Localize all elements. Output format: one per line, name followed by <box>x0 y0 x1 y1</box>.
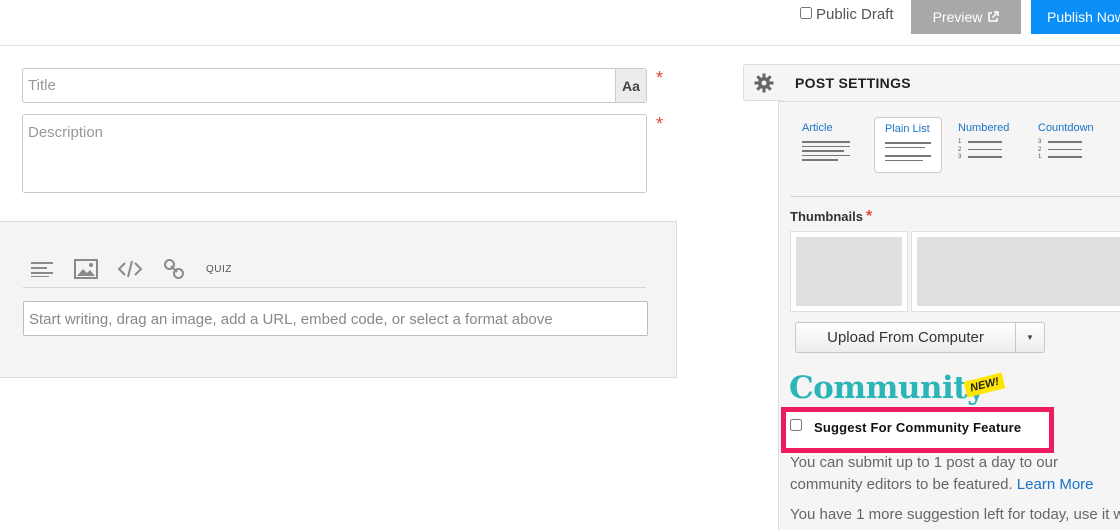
upload-dropdown-caret-icon[interactable]: ▼ <box>1015 323 1044 352</box>
quiz-button[interactable]: QUIZ <box>206 258 232 280</box>
image-icon[interactable] <box>74 258 98 280</box>
suggest-community-label: Suggest For Community Feature <box>814 420 1022 435</box>
title-input[interactable]: Title Aa <box>22 68 647 103</box>
description-input[interactable]: Description <box>22 114 647 193</box>
body-placeholder: Start writing, drag an image, add a URL,… <box>29 311 553 328</box>
description-placeholder: Description <box>28 124 104 141</box>
suggest-community-toggle[interactable]: Suggest For Community Feature <box>790 418 1022 435</box>
editor-toolbar: QUIZ <box>30 258 232 280</box>
public-draft-checkbox[interactable] <box>800 6 812 19</box>
format-numbered-label: Numbered <box>958 122 1010 134</box>
upload-from-computer-button[interactable]: Upload From Computer <box>796 323 1015 352</box>
learn-more-link[interactable]: Learn More <box>1017 476 1094 493</box>
format-countdown-label: Countdown <box>1038 122 1094 134</box>
preview-button[interactable]: Preview <box>911 0 1021 34</box>
title-placeholder: Title <box>28 77 56 94</box>
thumbnails-label: Thumbnails * <box>790 208 872 226</box>
thumbnail-slot-wide[interactable] <box>911 231 1120 312</box>
thumbnail-placeholder <box>796 237 902 306</box>
countdown-lines-icon <box>1048 141 1082 164</box>
format-article[interactable]: Article <box>792 117 860 173</box>
title-required-marker: * <box>656 68 664 88</box>
description-required-marker: * <box>656 114 664 134</box>
preview-label: Preview <box>932 9 983 25</box>
settings-tab[interactable] <box>743 64 783 101</box>
upload-control[interactable]: Upload From Computer ▼ <box>795 322 1045 353</box>
community-heading: Community <box>789 370 985 406</box>
post-settings-heading: POST SETTINGS <box>795 75 911 91</box>
format-article-label: Article <box>802 122 833 134</box>
format-countdown[interactable]: Countdown 321 <box>1028 117 1096 173</box>
gear-icon <box>754 73 773 92</box>
remaining-suggestions-text: You have 1 more suggestion left for toda… <box>790 506 1120 523</box>
plain-list-lines-icon <box>885 142 931 164</box>
thumbnails-label-text: Thumbnails <box>790 209 863 224</box>
thumbnails-required-marker: * <box>865 208 873 225</box>
public-draft-label: Public Draft <box>816 6 894 23</box>
embed-code-icon[interactable] <box>118 258 142 280</box>
thumbnail-slot-square[interactable] <box>790 231 908 312</box>
article-lines-icon <box>802 141 850 164</box>
panel-divider <box>779 101 1120 102</box>
format-plain-list[interactable]: Plain List <box>874 117 942 173</box>
link-icon[interactable] <box>162 258 186 280</box>
external-link-icon <box>988 11 1000 22</box>
publish-button[interactable]: Publish Now <box>1031 0 1120 34</box>
community-info-text: You can submit up to 1 post a day to our… <box>790 452 1120 496</box>
numbered-digits-icon: 123 <box>958 139 962 160</box>
publish-label: Publish Now <box>1047 9 1120 25</box>
countdown-digits-icon: 321 <box>1038 139 1042 160</box>
content-editor <box>0 221 677 378</box>
toolbar-divider <box>23 287 646 288</box>
numbered-lines-icon <box>968 141 1002 164</box>
format-numbered[interactable]: Numbered 123 <box>948 117 1016 173</box>
thumbnail-placeholder <box>917 237 1120 306</box>
format-divider <box>790 196 1120 197</box>
format-plain-list-label: Plain List <box>885 123 930 135</box>
public-draft-toggle[interactable]: Public Draft <box>800 6 894 23</box>
suggest-community-checkbox[interactable] <box>790 418 802 431</box>
text-format-icon[interactable] <box>30 258 54 280</box>
body-input[interactable]: Start writing, drag an image, add a URL,… <box>23 301 648 336</box>
title-format-button[interactable]: Aa <box>615 69 646 102</box>
